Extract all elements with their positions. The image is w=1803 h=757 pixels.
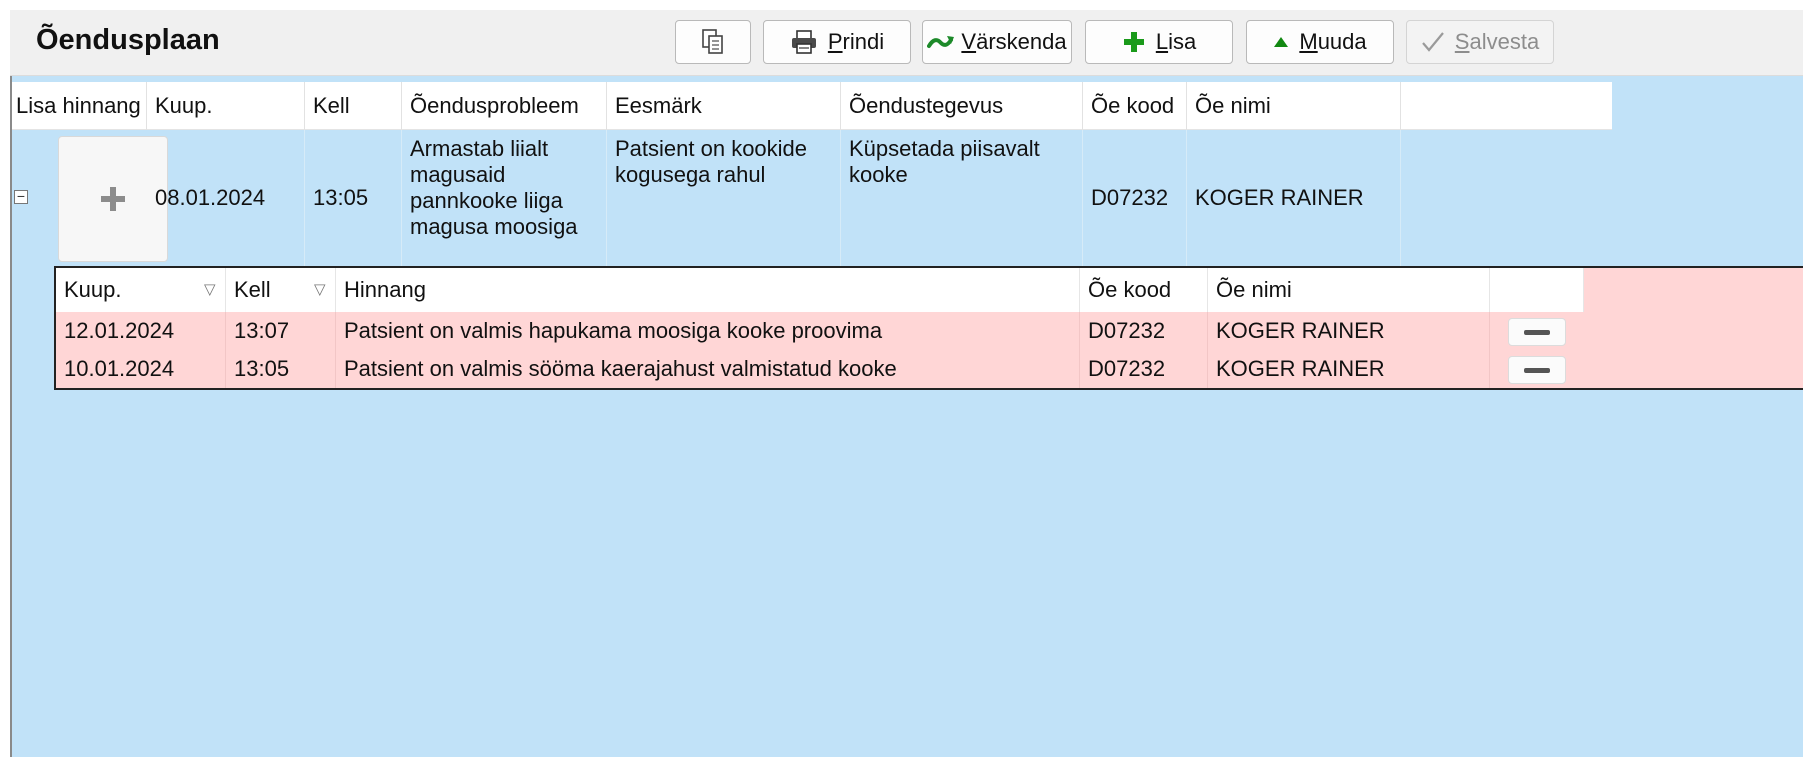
column-header-time[interactable]: Kell	[305, 82, 402, 130]
plus-icon	[1123, 32, 1144, 52]
row-nurse-name: KOGER RAINER	[1187, 130, 1401, 266]
sub-column-header-time[interactable]: Kell ▽	[226, 268, 336, 312]
refresh-icon	[927, 36, 955, 48]
sub-row-assessment: Patsient on valmis sööma kaerajahust val…	[336, 350, 1080, 388]
collapse-toggle[interactable]: −	[14, 189, 28, 204]
sub-column-header-time-label: Kell	[234, 277, 271, 302]
care-plan-grid: Lisa hinnang Kuup. Kell Õendusprobleem E…	[10, 76, 1803, 757]
sub-row-nurse-name: KOGER RAINER	[1208, 350, 1490, 388]
column-header-add-assessment[interactable]: Lisa hinnang	[12, 82, 147, 130]
table-row[interactable]: 10.01.2024 13:05 Patsient on valmis sööm…	[56, 350, 1584, 388]
row-activity: Küpsetada piisavalt kooke	[841, 130, 1083, 266]
grid-header: Lisa hinnang Kuup. Kell Õendusprobleem E…	[12, 82, 1612, 130]
sub-row-nurse-code: D07232	[1080, 312, 1208, 350]
sub-row-date: 12.01.2024	[56, 312, 226, 350]
sub-column-header-date[interactable]: Kuup. ▽	[56, 268, 226, 312]
column-header-problem[interactable]: Õendusprobleem	[402, 82, 607, 130]
save-button-label: Salvesta	[1454, 29, 1540, 54]
save-button[interactable]: Salvesta	[1406, 20, 1554, 64]
print-button[interactable]: Prindi	[763, 20, 911, 64]
table-row[interactable]: − 08.01.2024 13:05 Armastab liialt magus…	[12, 130, 1803, 266]
minus-icon	[1524, 329, 1550, 335]
remove-assessment-button[interactable]	[1508, 356, 1566, 384]
edit-button[interactable]: Muuda	[1246, 20, 1394, 64]
sub-row-time: 13:07	[226, 312, 336, 350]
print-button-label: Prindi	[827, 29, 885, 54]
table-row[interactable]: 12.01.2024 13:07 Patsient on valmis hapu…	[56, 312, 1584, 350]
row-problem: Armastab liialt magusaid pannkooke liiga…	[402, 130, 607, 266]
sub-column-header-nurse-code[interactable]: Õe kood	[1080, 268, 1208, 312]
sub-row-nurse-code: D07232	[1080, 350, 1208, 388]
column-header-nurse-code[interactable]: Õe kood	[1083, 82, 1187, 130]
column-header-activity[interactable]: Õendustegevus	[841, 82, 1083, 130]
plus-icon	[101, 187, 125, 211]
row-nurse-code: D07232	[1083, 130, 1187, 266]
triangle-up-icon	[1274, 37, 1289, 47]
add-button-label: Lisa	[1155, 29, 1197, 54]
sub-row-time: 13:05	[226, 350, 336, 388]
row-date: 08.01.2024	[147, 130, 305, 266]
page-title: Õendusplaan	[36, 24, 220, 56]
sub-column-header-nurse-name[interactable]: Õe nimi	[1208, 268, 1490, 312]
assessment-subgrid: Kuup. ▽ Kell ▽ Hinnang Õe kood Õe nimi 1…	[54, 266, 1803, 390]
copy-icon	[702, 29, 723, 54]
sub-row-date: 10.01.2024	[56, 350, 226, 388]
refresh-button[interactable]: Värskenda	[922, 20, 1072, 64]
toolbar: Õendusplaan Prindi Värskenda Lisa Muuda …	[10, 10, 1803, 76]
remove-assessment-button[interactable]	[1508, 318, 1566, 346]
printer-icon	[791, 30, 816, 54]
sub-row-nurse-name: KOGER RAINER	[1208, 312, 1490, 350]
row-time: 13:05	[305, 130, 402, 266]
row-goal: Patsient on kookide kogusega rahul	[607, 130, 841, 266]
sub-column-header-assessment[interactable]: Hinnang	[336, 268, 1080, 312]
subgrid-header: Kuup. ▽ Kell ▽ Hinnang Õe kood Õe nimi	[56, 268, 1584, 312]
copy-button[interactable]	[675, 20, 751, 64]
sub-column-header-date-label: Kuup.	[64, 277, 122, 302]
column-header-nurse-name[interactable]: Õe nimi	[1187, 82, 1401, 130]
edit-button-label: Muuda	[1299, 29, 1367, 54]
minus-icon	[1524, 367, 1550, 373]
sub-row-assessment: Patsient on valmis hapukama moosiga kook…	[336, 312, 1080, 350]
checkmark-icon	[1421, 32, 1444, 52]
add-button[interactable]: Lisa	[1085, 20, 1233, 64]
sort-triangle-icon[interactable]: ▽	[204, 268, 216, 312]
sort-triangle-icon[interactable]: ▽	[314, 268, 326, 312]
refresh-button-label: Värskenda	[961, 29, 1067, 54]
column-header-date[interactable]: Kuup.	[147, 82, 305, 130]
column-header-goal[interactable]: Eesmärk	[607, 82, 841, 130]
sub-column-header-actions	[1490, 268, 1584, 312]
